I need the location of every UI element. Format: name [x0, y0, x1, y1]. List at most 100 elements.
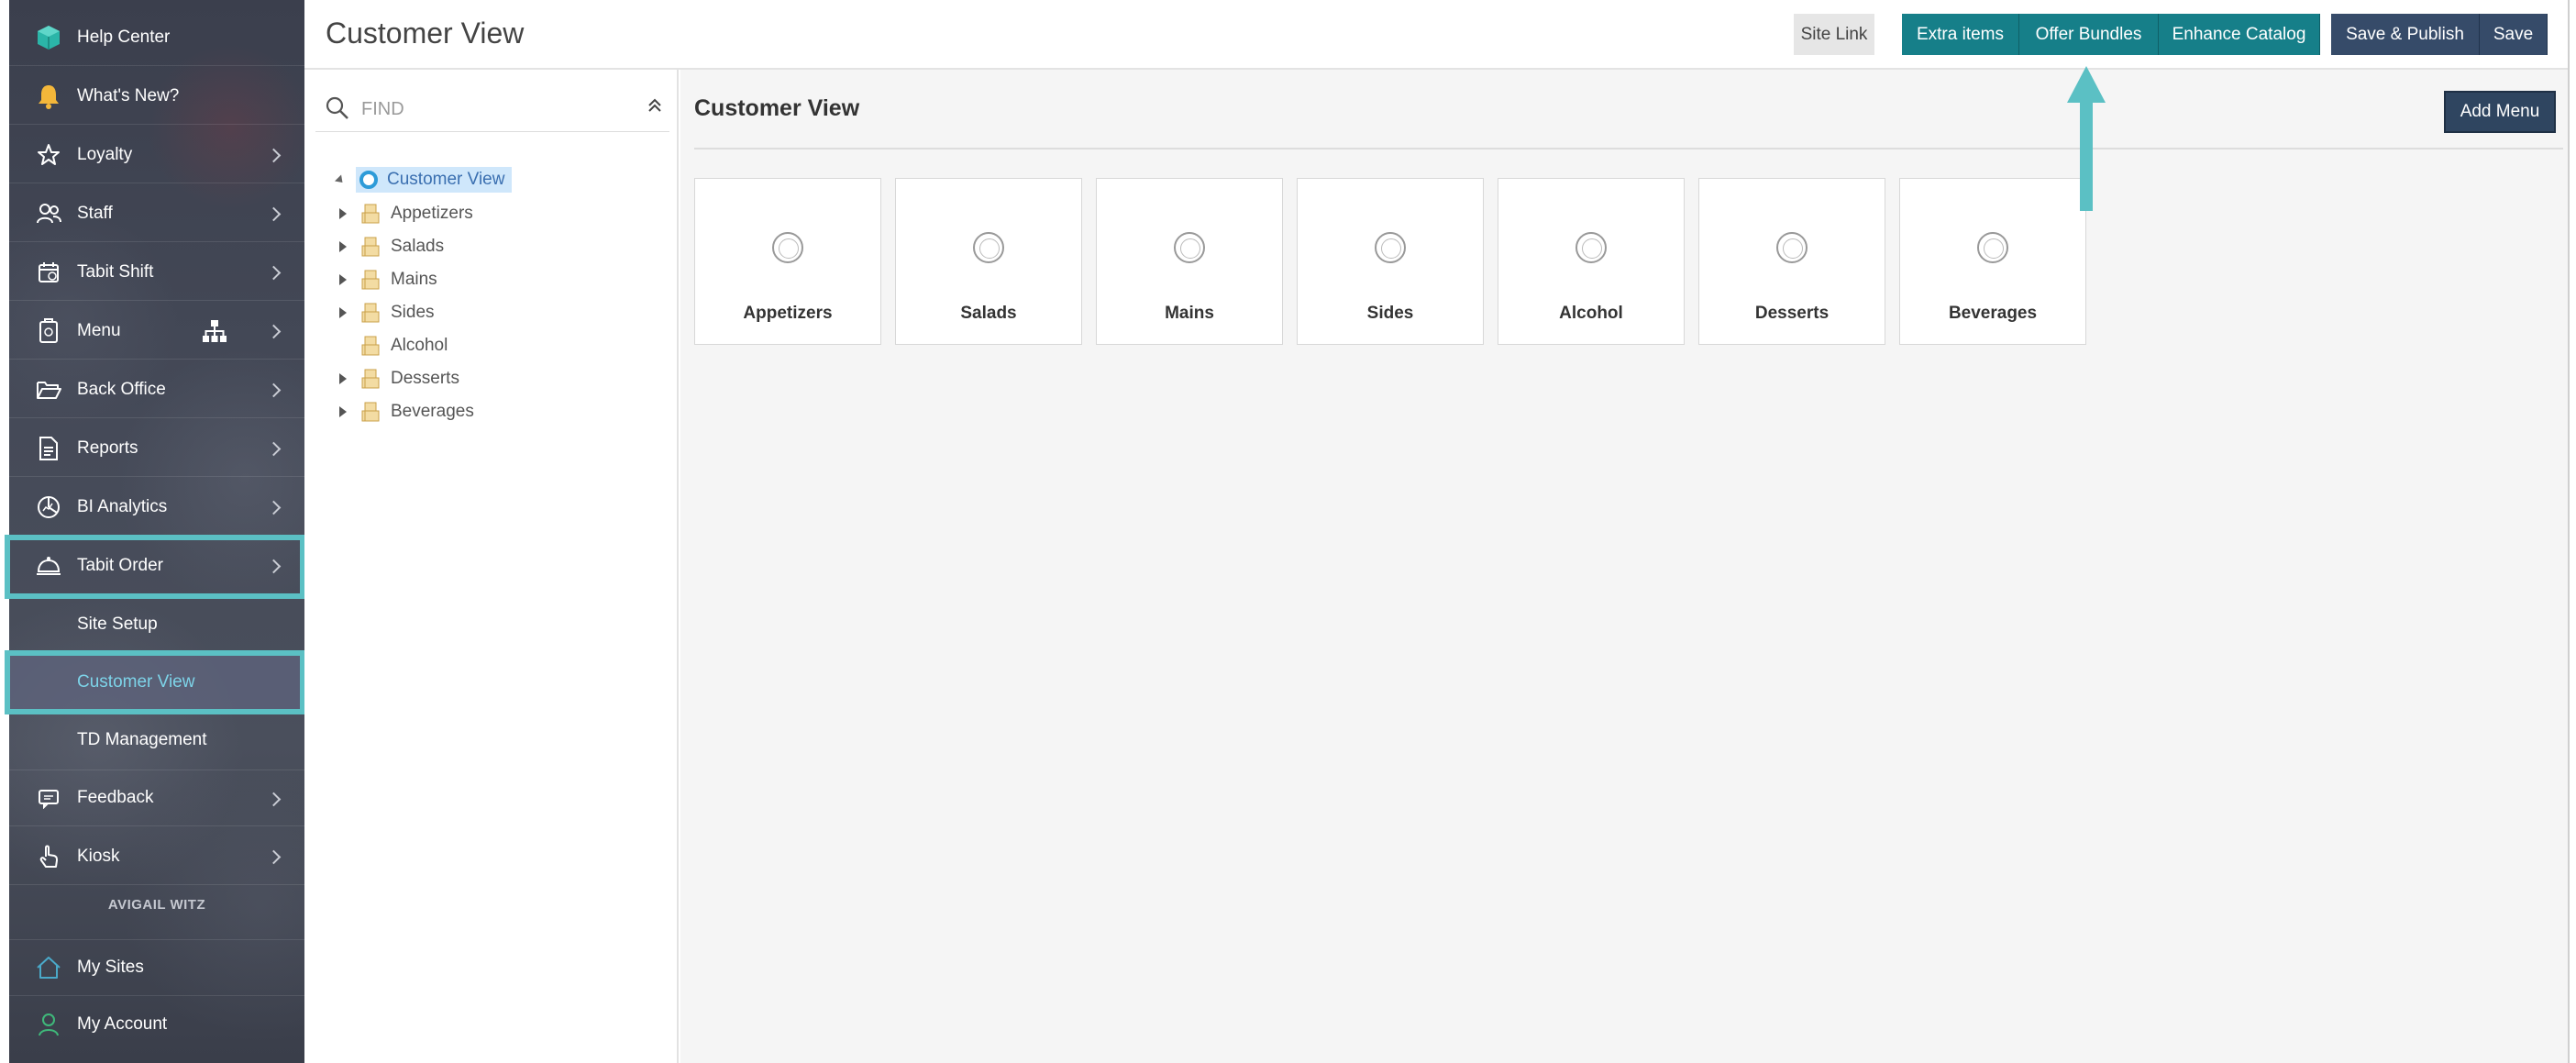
placeholder-circle-icon: [1776, 232, 1808, 263]
save-button[interactable]: Save: [2480, 14, 2548, 55]
collapse-all-icon[interactable]: [647, 97, 662, 118]
sidebar-item-label: Back Office: [77, 379, 166, 399]
account-icon: [35, 1011, 62, 1038]
tree-node-beverages[interactable]: Beverages: [339, 398, 474, 426]
calendar-icon: [35, 259, 62, 286]
feedback-icon: [35, 784, 62, 812]
expand-arrow-icon[interactable]: [339, 307, 347, 318]
placeholder-circle-icon: [1375, 232, 1406, 263]
expanded-triangle-icon[interactable]: [334, 173, 347, 186]
offer-bundles-button[interactable]: Offer Bundles: [2019, 14, 2159, 55]
sidebar-item-bi-analytics[interactable]: BI Analytics: [9, 479, 304, 536]
tree-root-selected[interactable]: Customer View: [356, 167, 513, 193]
chevron-right-icon: [266, 324, 282, 339]
expand-arrow-icon[interactable]: [339, 406, 347, 417]
star-icon: [35, 141, 62, 169]
menu-card-mains[interactable]: Mains: [1096, 178, 1283, 345]
menu-card-label: Sides: [1366, 304, 1414, 323]
extra-items-button[interactable]: Extra items: [1902, 14, 2019, 55]
tree-node-label: Alcohol: [391, 336, 448, 355]
menu-card-sides[interactable]: Sides: [1297, 178, 1484, 345]
sidebar: Help Center What's New? Loyalty Staff Ta…: [9, 0, 304, 1063]
sidebar-subitem-customer-view[interactable]: Customer View: [9, 654, 304, 711]
sidebar-item-tabit-shift[interactable]: Tabit Shift: [9, 244, 304, 301]
menu-card-appetizers[interactable]: Appetizers: [694, 178, 881, 345]
save-publish-button[interactable]: Save & Publish: [2331, 14, 2480, 55]
folder-icon: [361, 402, 380, 422]
sidebar-item-label: Staff: [77, 203, 113, 223]
expand-arrow-icon[interactable]: [339, 373, 347, 384]
sidebar-item-label: Help Center: [77, 27, 171, 47]
sidebar-item-feedback[interactable]: Feedback: [9, 770, 304, 826]
tree-node-salads[interactable]: Salads: [339, 233, 444, 260]
menu-card-desserts[interactable]: Desserts: [1698, 178, 1885, 345]
sidebar-item-loyalty[interactable]: Loyalty: [9, 127, 304, 183]
sidebar-item-tabit-order[interactable]: Tabit Order: [9, 537, 304, 594]
menu-card-label: Mains: [1165, 304, 1214, 323]
home-icon: [35, 954, 62, 981]
touch-icon: [35, 843, 62, 870]
expand-arrow-icon[interactable]: [339, 208, 347, 219]
placeholder-circle-icon: [1174, 232, 1205, 263]
staff-icon: [35, 200, 62, 227]
menu-card-label: Appetizers: [743, 304, 833, 323]
menu-card-label: Desserts: [1754, 304, 1830, 323]
sidebar-item-help-center[interactable]: Help Center: [9, 9, 304, 66]
placeholder-circle-icon: [772, 232, 803, 263]
folder-icon: [361, 369, 380, 389]
sidebar-item-whats-new[interactable]: What's New?: [9, 68, 304, 125]
tree-node-label: Sides: [391, 303, 435, 322]
sidebar-item-label: Kiosk: [77, 846, 120, 866]
folder-icon: [361, 270, 380, 290]
sidebar-subitem-label: Customer View: [77, 672, 195, 692]
bell-icon: [35, 83, 62, 110]
tree-node-desserts[interactable]: Desserts: [339, 365, 459, 393]
tree-node-alcohol[interactable]: Alcohol: [339, 332, 448, 360]
sidebar-item-my-account[interactable]: My Account: [9, 996, 304, 1053]
tree-node-sides[interactable]: Sides: [339, 299, 435, 327]
chevron-right-icon: [266, 148, 282, 163]
sidebar-item-label: Menu: [77, 320, 121, 340]
folder-icon: [361, 303, 380, 323]
sidebar-subitem-td-management[interactable]: TD Management: [9, 712, 304, 769]
sidebar-item-label: Tabit Order: [77, 555, 163, 575]
sidebar-item-reports[interactable]: Reports: [9, 420, 304, 477]
sidebar-item-label: What's New?: [77, 85, 180, 105]
sidebar-item-label: Loyalty: [77, 144, 133, 164]
sidebar-item-kiosk[interactable]: Kiosk: [9, 828, 304, 885]
page-title: Customer View: [326, 17, 525, 50]
enhance-catalog-button[interactable]: Enhance Catalog: [2159, 14, 2320, 55]
menu-card-label: Salads: [960, 304, 1017, 323]
sidebar-item-label: Feedback: [77, 788, 154, 807]
menu-card-salads[interactable]: Salads: [895, 178, 1082, 345]
tree-panel: Customer View Appetizers Salads Mains Si…: [304, 70, 679, 1063]
tree-node-mains[interactable]: Mains: [339, 266, 437, 293]
placeholder-circle-icon: [1977, 232, 2008, 263]
sidebar-subitem-site-setup[interactable]: Site Setup: [9, 596, 304, 653]
sidebar-item-menu[interactable]: Menu: [9, 303, 304, 360]
expand-arrow-icon[interactable]: [339, 274, 347, 285]
tree-node-appetizers[interactable]: Appetizers: [339, 200, 473, 227]
placeholder-circle-icon: [973, 232, 1004, 263]
sidebar-item-back-office[interactable]: Back Office: [9, 361, 304, 418]
tree-root[interactable]: Customer View: [334, 165, 513, 194]
find-input[interactable]: [361, 94, 618, 125]
tree-node-label: Salads: [391, 237, 445, 256]
menu-card-label: Alcohol: [1559, 304, 1623, 323]
sitemap-icon[interactable]: [202, 319, 227, 349]
menu-card-alcohol[interactable]: Alcohol: [1498, 178, 1685, 345]
sidebar-subitem-label: Site Setup: [77, 615, 158, 634]
no-children-spacer: [339, 340, 347, 351]
add-menu-button[interactable]: Add Menu: [2444, 91, 2556, 133]
folder-icon: [361, 336, 380, 356]
tree-node-label: Appetizers: [391, 204, 473, 223]
site-link-button[interactable]: Site Link: [1794, 14, 1874, 55]
chevron-right-icon: [266, 849, 282, 865]
sidebar-item-staff[interactable]: Staff: [9, 185, 304, 242]
folder-icon: [361, 237, 380, 257]
sidebar-item-my-sites[interactable]: My Sites: [9, 939, 304, 996]
sidebar-subitem-label: TD Management: [77, 730, 207, 749]
sidebar-item-label: My Account: [77, 1014, 168, 1034]
expand-arrow-icon[interactable]: [339, 241, 347, 252]
menu-card-beverages[interactable]: Beverages: [1899, 178, 2086, 345]
